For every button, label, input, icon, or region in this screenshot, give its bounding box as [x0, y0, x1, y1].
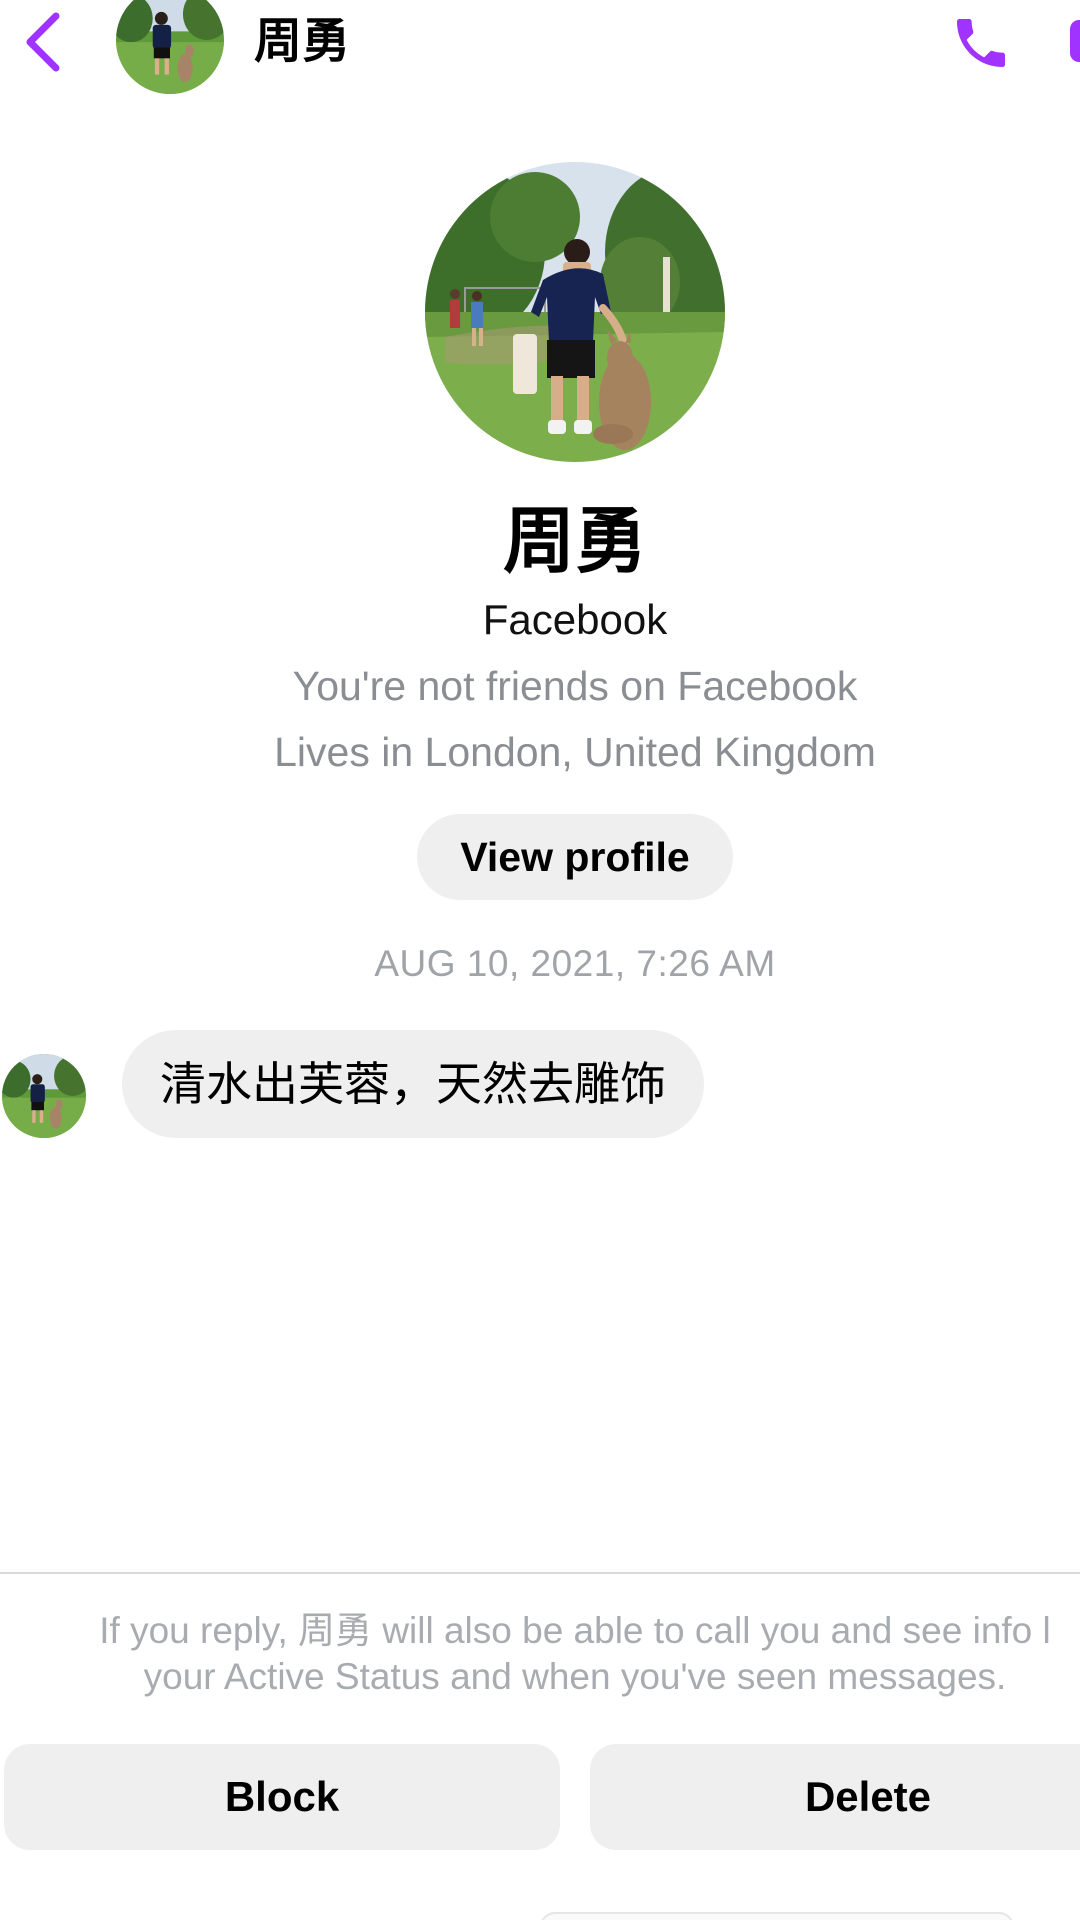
chat-header: 周勇: [0, 0, 1080, 100]
chevron-left-icon: [22, 10, 62, 74]
header-avatar[interactable]: [116, 0, 224, 94]
back-button[interactable]: [14, 6, 70, 78]
audio-call-button[interactable]: [946, 8, 1016, 78]
block-button[interactable]: Block: [4, 1744, 560, 1850]
video-call-button[interactable]: [1066, 14, 1080, 68]
video-camera-icon: [1066, 14, 1080, 68]
profile-platform: Facebook: [482, 596, 668, 643]
chat-screen: 周勇 周勇 Facebook You're not friends on Fac…: [0, 0, 1080, 1920]
message-timestamp: AUG 10, 2021, 7:26 AM: [374, 943, 776, 984]
profile-name: 周勇: [502, 502, 647, 582]
sender-avatar[interactable]: [2, 1054, 86, 1138]
profile-photo[interactable]: [425, 162, 725, 462]
reply-notice-line-1: If you reply, 周勇 will also be able to ca…: [99, 1610, 1051, 1651]
view-profile-button[interactable]: View profile: [417, 814, 733, 900]
phone-icon: [949, 11, 1013, 75]
footer-divider: [0, 1572, 1080, 1574]
reply-notice: If you reply, 周勇 will also be able to ca…: [0, 1608, 1080, 1700]
header-contact-name[interactable]: 周勇: [254, 12, 350, 72]
reply-notice-line-2: your Active Status and when you've seen …: [143, 1656, 1007, 1697]
bottom-action-button[interactable]: [540, 1912, 1014, 1920]
friend-status: You're not friends on Facebook: [292, 663, 858, 709]
delete-button[interactable]: Delete: [590, 1744, 1080, 1850]
profile-location: Lives in London, United Kingdom: [274, 729, 876, 775]
message-bubble[interactable]: 清水出芙蓉，天然去雕饰: [122, 1030, 704, 1138]
